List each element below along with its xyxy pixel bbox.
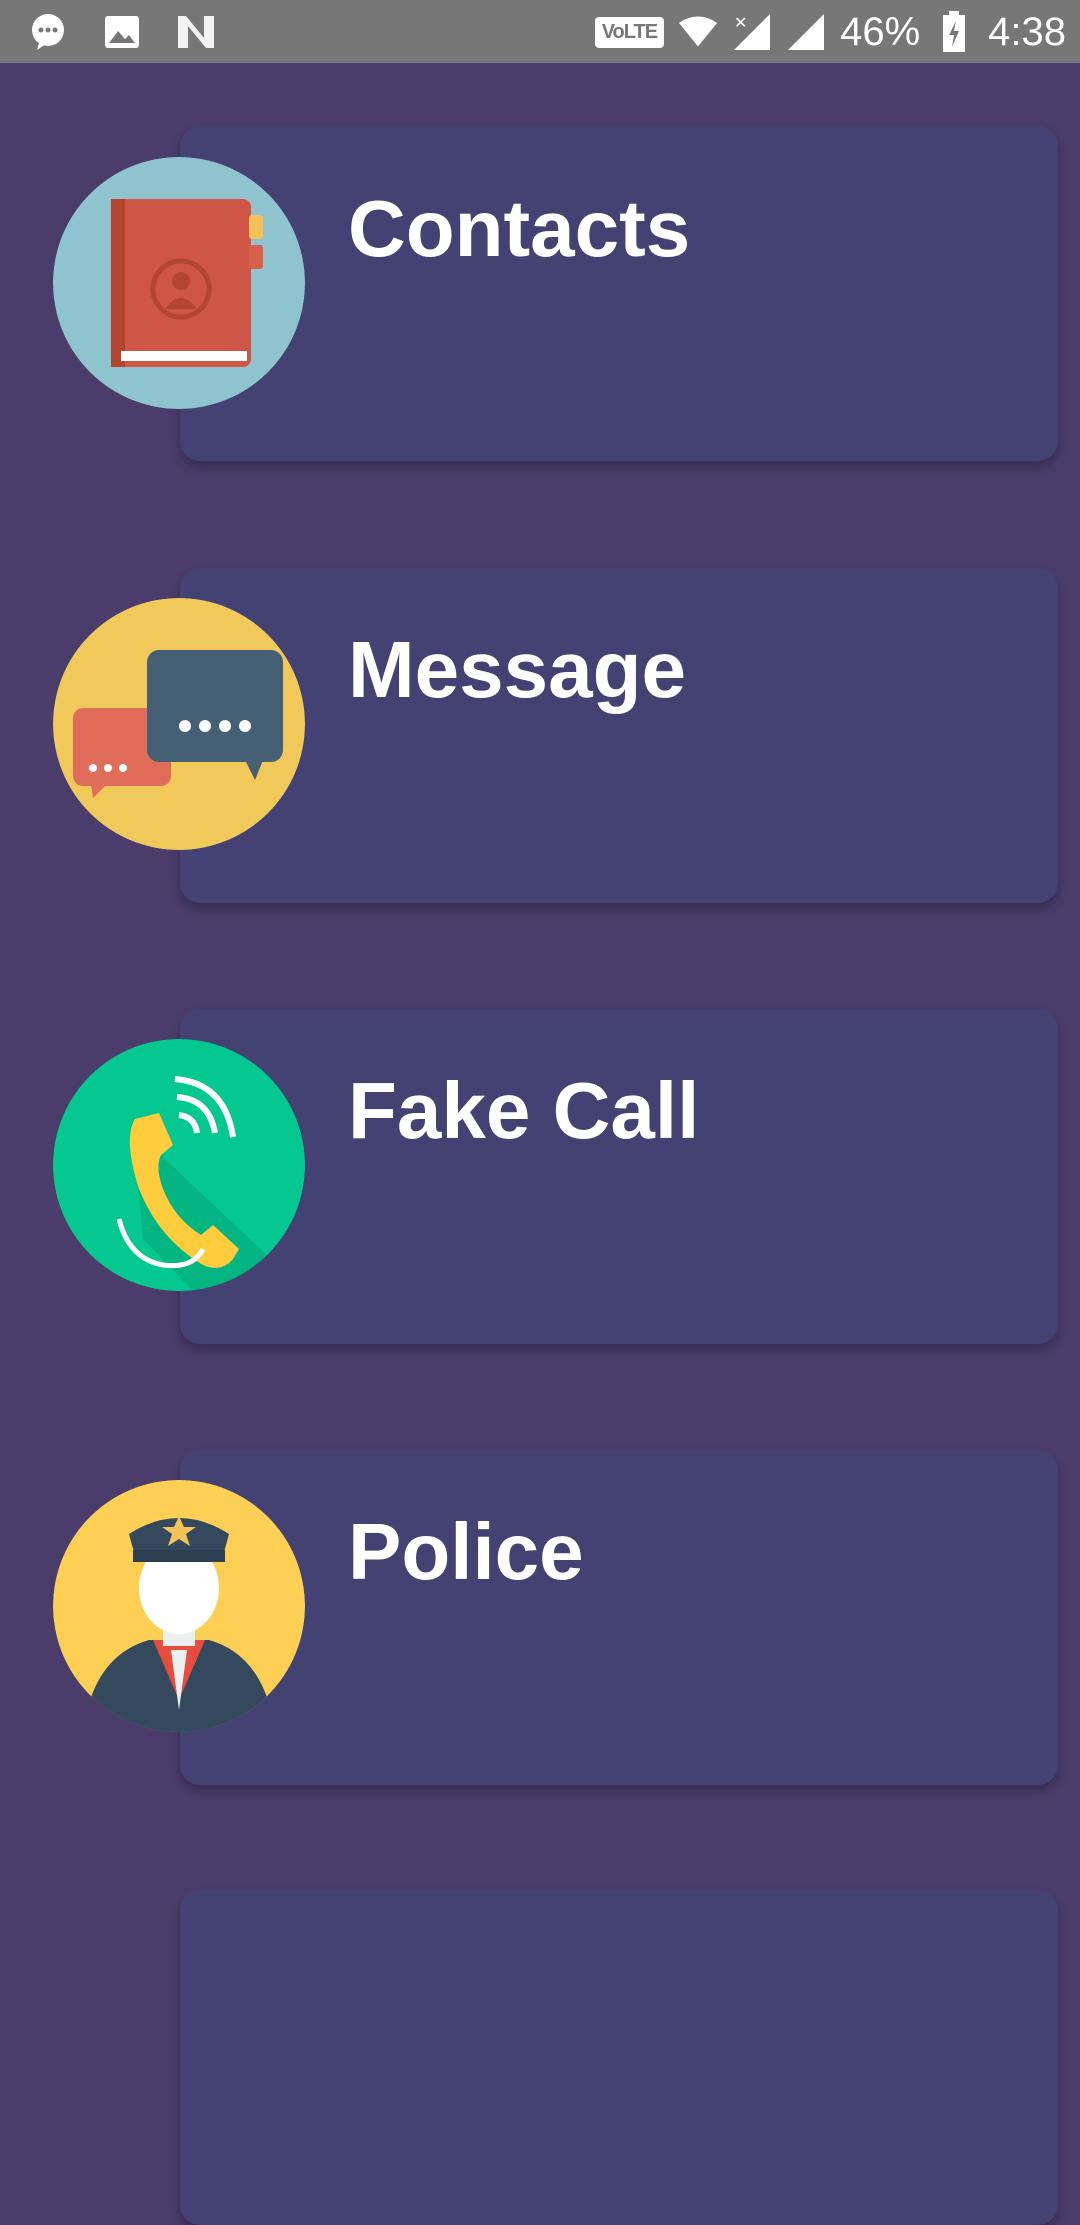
menu-card-fake-call[interactable] xyxy=(180,1009,1058,1344)
chat-bubbles-icon[interactable] xyxy=(53,598,305,850)
menu-label-message: Message xyxy=(348,625,686,714)
wifi-icon xyxy=(678,12,718,52)
signal-roaming-icon: ✕ xyxy=(732,12,772,52)
messenger-icon xyxy=(28,12,68,52)
menu-card-police[interactable] xyxy=(180,1450,1058,1785)
clock: 4:38 xyxy=(988,9,1066,54)
battery-charging-icon xyxy=(934,11,974,52)
volte-badge: VoLTE xyxy=(594,16,665,48)
battery-percent: 46% xyxy=(840,9,921,54)
police-officer-icon[interactable] xyxy=(53,1480,305,1732)
image-icon xyxy=(102,12,142,52)
menu-label-contacts: Contacts xyxy=(348,184,691,273)
n-icon xyxy=(176,12,216,52)
menu-card-message[interactable] xyxy=(180,568,1058,903)
address-book-icon[interactable] xyxy=(53,157,305,409)
menu-label-fake-call: Fake Call xyxy=(348,1066,700,1155)
menu-card-contacts[interactable] xyxy=(180,126,1058,461)
menu-card-partial[interactable] xyxy=(180,1890,1058,2225)
phone-call-icon[interactable] xyxy=(53,1039,305,1291)
menu-label-police: Police xyxy=(348,1507,584,1596)
svg-text:✕: ✕ xyxy=(734,15,747,32)
signal-icon xyxy=(786,12,826,52)
status-bar: VoLTE ✕ 46% 4:38 xyxy=(0,0,1080,63)
